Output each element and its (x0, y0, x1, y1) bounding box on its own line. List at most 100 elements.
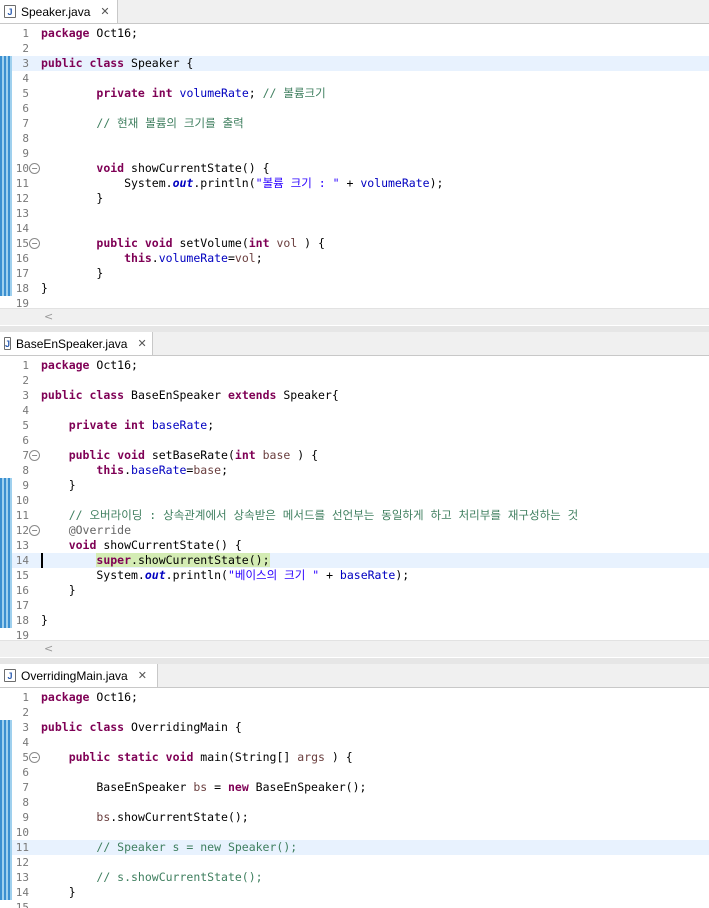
code-token: @Override (68, 523, 132, 537)
code-token: } (41, 613, 48, 627)
code-line[interactable]: 4 (0, 71, 709, 86)
code-line[interactable]: 11 // 오버라이딩 : 상속관계에서 상속받은 메서드를 선언부는 동일하게… (0, 508, 709, 523)
code-area[interactable]: 1 package Oct16; 2 3 public class BaseEnSpea… (0, 356, 709, 640)
horizontal-scrollbar[interactable]: < (0, 308, 709, 325)
code-line[interactable]: 11 System.out.println("볼륨 크기 : " + volum… (0, 176, 709, 191)
tab-overridingmain-java[interactable]: J OverridingMain.java ✕ (0, 664, 158, 687)
code-line[interactable]: 3 public class Speaker { (0, 56, 709, 71)
code-line[interactable]: 13 // s.showCurrentState(); (0, 870, 709, 885)
code-line[interactable]: 3 public class BaseEnSpeaker extends Spea… (0, 388, 709, 403)
code-line[interactable]: 17 } (0, 266, 709, 281)
code-line[interactable]: 15− public void setVolume(int vol ) { (0, 236, 709, 251)
code-text: public class Speaker { (41, 56, 193, 71)
code-line[interactable]: 2 (0, 705, 709, 720)
code-token: // 현재 볼륨의 크기를 출력 (96, 116, 244, 130)
code-line[interactable]: 6 (0, 765, 709, 780)
code-line[interactable]: 12− @Override (0, 523, 709, 538)
close-icon[interactable]: ✕ (100, 5, 109, 18)
code-line[interactable]: 1 package Oct16; (0, 358, 709, 373)
scroll-left-icon[interactable]: < (44, 310, 53, 323)
code-line[interactable]: 14 super.showCurrentState(); (0, 553, 709, 568)
line-number: 12 (15, 192, 29, 205)
code-token: . (151, 251, 159, 265)
code-token: private (68, 418, 118, 432)
code-line[interactable]: 5− public static void main(String[] args… (0, 750, 709, 765)
code-line[interactable]: 12 (0, 855, 709, 870)
code-line[interactable]: 5 private int volumeRate; // 볼륨크기 (0, 86, 709, 101)
code-line[interactable]: 7 // 현재 볼륨의 크기를 출력 (0, 116, 709, 131)
code-line[interactable]: 13 void showCurrentState() { (0, 538, 709, 553)
code-line[interactable]: 1 package Oct16; (0, 26, 709, 41)
code-line[interactable]: 14 (0, 221, 709, 236)
code-line[interactable]: 16 } (0, 583, 709, 598)
code-text: private int baseRate; (41, 418, 214, 433)
code-line[interactable]: 1 package Oct16; (0, 690, 709, 705)
code-line[interactable]: 9 } (0, 478, 709, 493)
code-text: } (41, 613, 48, 628)
tab-speaker-java[interactable]: J Speaker.java ✕ (0, 0, 118, 23)
code-line[interactable]: 15 (0, 900, 709, 908)
code-line[interactable]: 17 (0, 598, 709, 613)
fold-collapse-icon[interactable]: − (29, 450, 40, 461)
close-icon[interactable]: ✕ (138, 669, 147, 682)
code-area[interactable]: 1 package Oct16; 2 3 public class Speaker {4… (0, 24, 709, 308)
code-line[interactable]: 8 this.baseRate=base; (0, 463, 709, 478)
code-line[interactable]: 14 } (0, 885, 709, 900)
line-number: 10 (15, 494, 29, 507)
fold-collapse-icon[interactable]: − (29, 752, 40, 763)
line-number: 5 (22, 419, 29, 432)
code-line[interactable]: 11 // Speaker s = new Speaker(); (0, 840, 709, 855)
editor-speaker: J Speaker.java ✕ 1 package Oct16; 2 3 public… (0, 0, 709, 326)
code-token: "베이스의 크기 " (227, 568, 320, 582)
tab-baseenspeaker-java[interactable]: J BaseEnSpeaker.java ✕ (0, 332, 153, 355)
line-number: 7 (22, 449, 29, 462)
code-line[interactable]: 10− void showCurrentState() { (0, 161, 709, 176)
code-line[interactable]: 9 bs.showCurrentState(); (0, 810, 709, 825)
code-line[interactable]: 2 (0, 41, 709, 56)
horizontal-scrollbar[interactable]: < (0, 640, 709, 657)
code-line[interactable]: 8 (0, 131, 709, 146)
close-icon[interactable]: ✕ (137, 337, 146, 350)
code-line[interactable]: 19 (0, 296, 709, 308)
code-line[interactable]: 5 private int baseRate; (0, 418, 709, 433)
code-line[interactable]: 8 (0, 795, 709, 810)
fold-collapse-icon[interactable]: − (29, 238, 40, 249)
code-token: package (41, 690, 90, 704)
code-line[interactable]: 7 BaseEnSpeaker bs = new BaseEnSpeaker()… (0, 780, 709, 795)
code-line[interactable]: 13 (0, 206, 709, 221)
code-line[interactable]: 4 (0, 735, 709, 750)
fold-collapse-icon[interactable]: − (29, 525, 40, 536)
code-line[interactable]: 6 (0, 433, 709, 448)
code-token: // s.showCurrentState(); (96, 870, 263, 884)
line-number: 14 (15, 222, 29, 235)
code-line[interactable]: 6 (0, 101, 709, 116)
code-token: base (262, 448, 291, 462)
code-line[interactable]: 3 public class OverridingMain { (0, 720, 709, 735)
code-token: static (117, 750, 159, 764)
code-token: System. (41, 176, 173, 190)
code-line[interactable]: 10 (0, 493, 709, 508)
code-line[interactable]: 4 (0, 403, 709, 418)
fold-collapse-icon[interactable]: − (29, 163, 40, 174)
tab-bar: J BaseEnSpeaker.java ✕ (0, 332, 709, 356)
code-line[interactable]: 9 (0, 146, 709, 161)
code-area[interactable]: 1 package Oct16; 2 3 public class Overriding… (0, 688, 709, 908)
code-line[interactable]: 2 (0, 373, 709, 388)
scroll-left-icon[interactable]: < (44, 642, 53, 655)
code-line[interactable]: 12 } (0, 191, 709, 206)
code-line[interactable]: 7− public void setBaseRate(int base ) { (0, 448, 709, 463)
code-text: public void setBaseRate(int base ) { (41, 448, 318, 463)
code-line[interactable]: 18} (0, 613, 709, 628)
code-line[interactable]: 10 (0, 825, 709, 840)
code-line[interactable]: 16 this.volumeRate=vol; (0, 251, 709, 266)
line-number: 9 (22, 147, 29, 160)
line-number: 14 (15, 886, 29, 899)
code-line[interactable]: 15 System.out.println("베이스의 크기 " + baseR… (0, 568, 709, 583)
code-line[interactable]: 18} (0, 281, 709, 296)
code-line[interactable]: 19 (0, 628, 709, 640)
